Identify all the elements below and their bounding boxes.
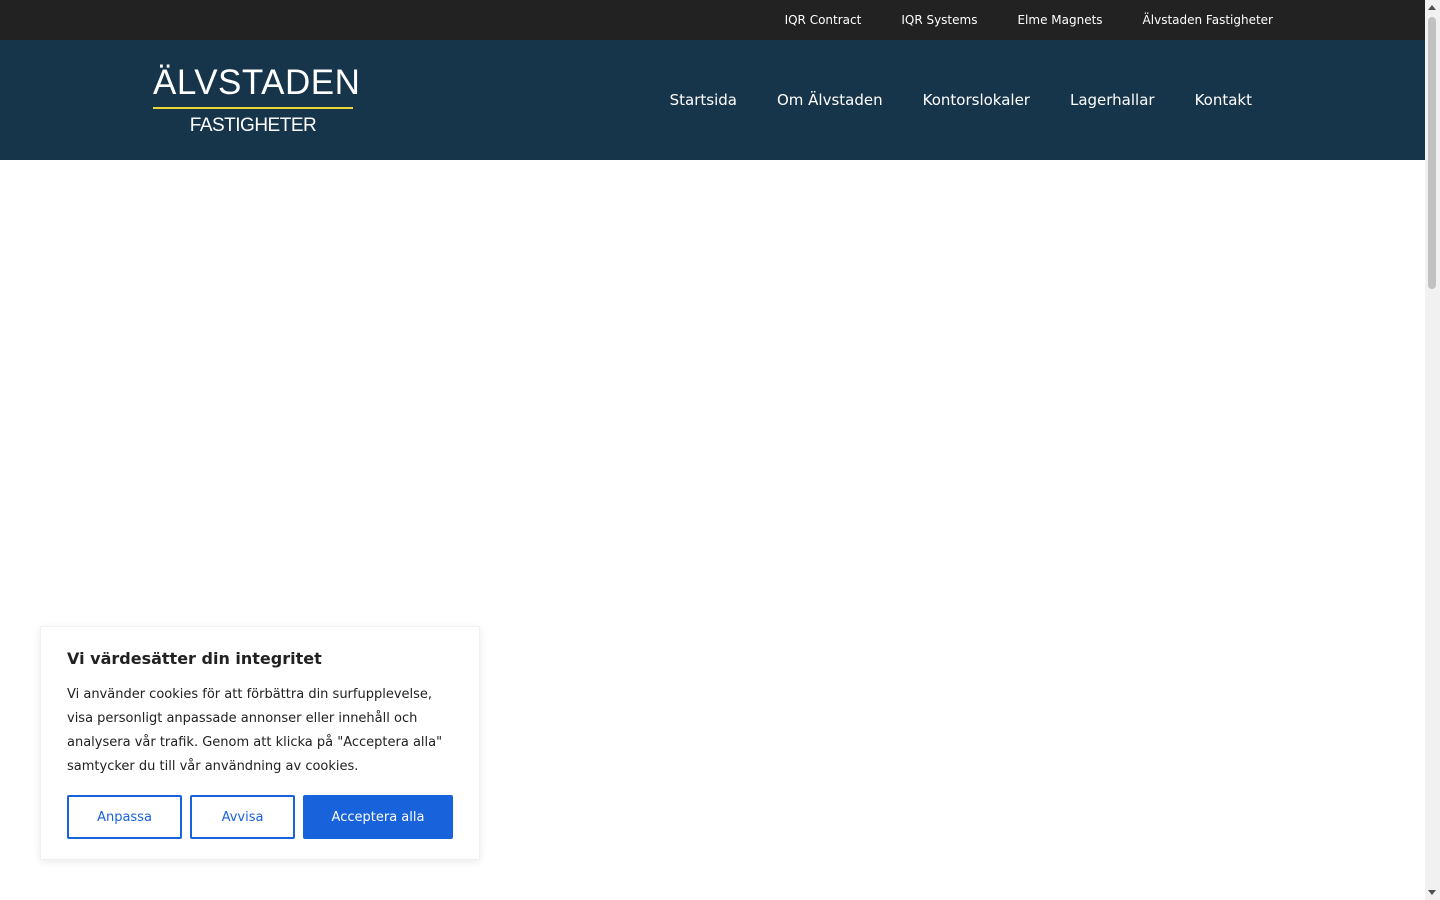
logo-subtitle: FASTIGHETER: [189, 115, 317, 136]
scroll-down-icon[interactable]: [1428, 890, 1436, 895]
nav-item-om-alvstaden[interactable]: Om Älvstaden: [777, 91, 883, 109]
scroll-up-icon[interactable]: [1428, 5, 1436, 10]
logo-underline: [153, 107, 353, 109]
customize-button[interactable]: Anpassa: [67, 795, 182, 839]
page-scrollbar[interactable]: [1425, 0, 1440, 900]
top-link-iqr-contract[interactable]: IQR Contract: [785, 13, 862, 27]
top-link-elme-magnets[interactable]: Elme Magnets: [1017, 13, 1102, 27]
top-link-iqr-systems[interactable]: IQR Systems: [901, 13, 977, 27]
cookie-description: Vi använder cookies för att förbättra di…: [67, 687, 443, 774]
logo-title: ÄLVSTADEN: [153, 63, 361, 102]
top-link-alvstaden-fastigheter[interactable]: Älvstaden Fastigheter: [1143, 13, 1273, 27]
site-header: ÄLVSTADEN FASTIGHETER Startsida Om Älvst…: [0, 40, 1425, 160]
nav-item-kontakt[interactable]: Kontakt: [1195, 91, 1252, 109]
nav-item-startsida[interactable]: Startsida: [670, 91, 737, 109]
accept-all-button[interactable]: Acceptera alla: [303, 795, 453, 839]
scrollbar-thumb[interactable]: [1428, 17, 1436, 289]
main-nav: Startsida Om Älvstaden Kontorslokaler La…: [670, 40, 1252, 160]
site-logo[interactable]: ÄLVSTADEN FASTIGHETER: [153, 63, 361, 136]
top-utility-bar: IQR Contract IQR Systems Elme Magnets Äl…: [0, 0, 1425, 40]
cookie-title: Vi värdesätter din integritet: [67, 649, 322, 668]
reject-button[interactable]: Avvisa: [190, 795, 295, 839]
cookie-consent-banner: Vi värdesätter din integritet Vi använde…: [40, 626, 480, 860]
nav-item-kontorslokaler[interactable]: Kontorslokaler: [923, 91, 1030, 109]
nav-item-lagerhallar[interactable]: Lagerhallar: [1070, 91, 1155, 109]
top-links: IQR Contract IQR Systems Elme Magnets Äl…: [785, 0, 1273, 40]
